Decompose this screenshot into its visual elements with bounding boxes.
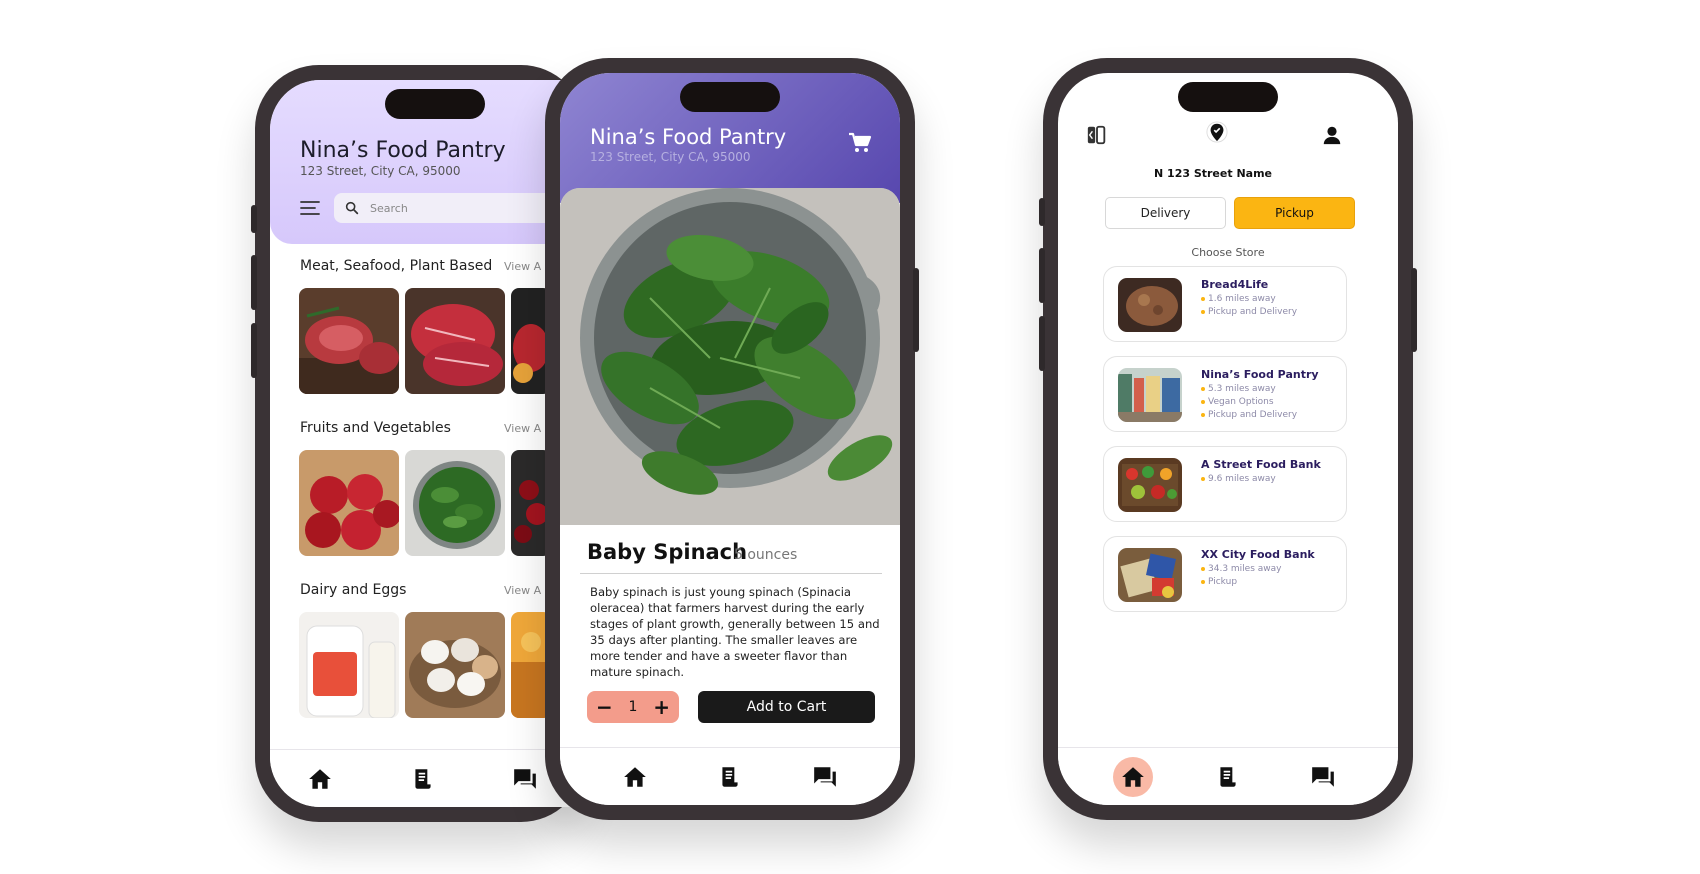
bottom-nav: [270, 749, 585, 807]
nav-orders-button[interactable]: [1208, 757, 1248, 797]
nav-messages-button[interactable]: [805, 757, 845, 797]
chat-icon: [812, 764, 838, 790]
increase-button[interactable]: +: [653, 697, 670, 717]
add-to-cart-button[interactable]: Add to Cart: [698, 691, 875, 723]
store-card-xx-city-food-bank[interactable]: XX City Food Bank 34.3 miles away Pickup: [1103, 536, 1347, 612]
store-name: XX City Food Bank: [1201, 548, 1315, 561]
section-title-meat: Meat, Seafood, Plant Based: [300, 258, 493, 274]
document-icon: [717, 764, 743, 790]
store-detail: Vegan Options: [1201, 397, 1274, 407]
store-card-ninas-food-pantry[interactable]: Nina’s Food Pantry 5.3 miles away Vegan …: [1103, 356, 1347, 432]
product-thumb-spinach[interactable]: [405, 450, 505, 556]
nav-home-button[interactable]: [615, 757, 655, 797]
view-all-link-produce[interactable]: View A: [504, 422, 541, 435]
view-all-link-meat[interactable]: View A: [504, 260, 541, 273]
store-title: Nina’s Food Pantry: [300, 138, 506, 163]
store-detail: Pickup: [1201, 577, 1237, 587]
search-placeholder: Search: [370, 201, 408, 215]
decrease-button[interactable]: −: [596, 697, 613, 717]
location-check-icon[interactable]: [1206, 121, 1228, 143]
chat-icon: [512, 766, 538, 792]
switch-icon[interactable]: [1086, 124, 1108, 146]
quantity-value: 1: [628, 699, 638, 715]
nav-orders-button[interactable]: [710, 757, 750, 797]
dynamic-island: [1178, 82, 1278, 112]
nav-home-button[interactable]: [1113, 756, 1154, 797]
home-icon: [622, 764, 648, 790]
store-address: 123 Street, City CA, 95000: [300, 164, 461, 178]
store-detail: Pickup and Delivery: [1201, 307, 1297, 317]
product-thumb-milk[interactable]: [299, 612, 399, 718]
nav-messages-button[interactable]: [505, 759, 545, 799]
product-thumb-beef[interactable]: [405, 288, 505, 394]
product-description: Baby spinach is just young spinach (Spin…: [590, 585, 880, 679]
store-image: [1118, 368, 1182, 422]
nav-messages-button[interactable]: [1303, 757, 1343, 797]
bottom-nav: [560, 747, 900, 805]
product-hero-image: [560, 188, 900, 525]
phone-stores-screen: N 123 Street Name Delivery Pickup Choose…: [1058, 73, 1398, 805]
search-icon: [344, 200, 360, 216]
store-image: [1118, 458, 1182, 512]
cart-icon[interactable]: [848, 131, 872, 155]
store-card-a-street-food-bank[interactable]: A Street Food Bank 9.6 miles away: [1103, 446, 1347, 522]
view-all-link-dairy[interactable]: View A: [504, 584, 541, 597]
section-title-produce: Fruits and Vegetables: [300, 420, 451, 436]
menu-icon[interactable]: [300, 200, 320, 216]
choose-store-label: Choose Store: [1191, 246, 1265, 259]
store-detail: 5.3 miles away: [1201, 384, 1276, 394]
delivery-toggle[interactable]: Delivery: [1105, 197, 1226, 229]
store-title: Nina’s Food Pantry: [590, 125, 787, 149]
dynamic-island: [680, 82, 780, 112]
section-title-dairy: Dairy and Eggs: [300, 582, 407, 598]
store-name: A Street Food Bank: [1201, 458, 1321, 471]
pickup-toggle[interactable]: Pickup: [1234, 197, 1355, 229]
store-detail: 34.3 miles away: [1201, 564, 1281, 574]
phone-browse: Nina’s Food Pantry 123 Street, City CA, …: [251, 65, 585, 822]
document-icon: [410, 766, 436, 792]
street-name[interactable]: N 123 Street Name: [1058, 167, 1368, 180]
chat-icon: [1310, 764, 1336, 790]
store-name: Bread4Life: [1201, 278, 1269, 291]
product-size: 5 ounces: [734, 547, 798, 563]
phone-product: Nina’s Food Pantry 123 Street, City CA, …: [545, 58, 919, 820]
divider: [580, 573, 882, 574]
quantity-stepper: − 1 +: [587, 691, 679, 723]
nav-home-button[interactable]: [300, 759, 340, 799]
home-icon: [1120, 764, 1146, 790]
store-image: [1118, 278, 1182, 332]
store-detail: 1.6 miles away: [1201, 294, 1276, 304]
product-name: Baby Spinach: [587, 540, 748, 564]
phone-browse-screen: Nina’s Food Pantry 123 Street, City CA, …: [270, 80, 585, 807]
phone-product-screen: Nina’s Food Pantry 123 Street, City CA, …: [560, 73, 900, 805]
store-detail: Pickup and Delivery: [1201, 410, 1297, 420]
profile-icon[interactable]: [1321, 124, 1343, 146]
product-thumb-eggs[interactable]: [405, 612, 505, 718]
document-icon: [1215, 764, 1241, 790]
product-thumb-apples[interactable]: [299, 450, 399, 556]
store-name: Nina’s Food Pantry: [1201, 368, 1319, 381]
dynamic-island: [385, 89, 485, 119]
phone-stores: N 123 Street Name Delivery Pickup Choose…: [1039, 58, 1417, 820]
store-address: 123 Street, City CA, 95000: [590, 150, 751, 164]
store-image: [1118, 548, 1182, 602]
store-detail: 9.6 miles away: [1201, 474, 1276, 484]
bottom-nav: [1058, 747, 1398, 805]
home-icon: [307, 766, 333, 792]
nav-orders-button[interactable]: [403, 759, 443, 799]
store-card-bread4life[interactable]: Bread4Life 1.6 miles away Pickup and Del…: [1103, 266, 1347, 342]
product-thumb-steak[interactable]: [299, 288, 399, 394]
